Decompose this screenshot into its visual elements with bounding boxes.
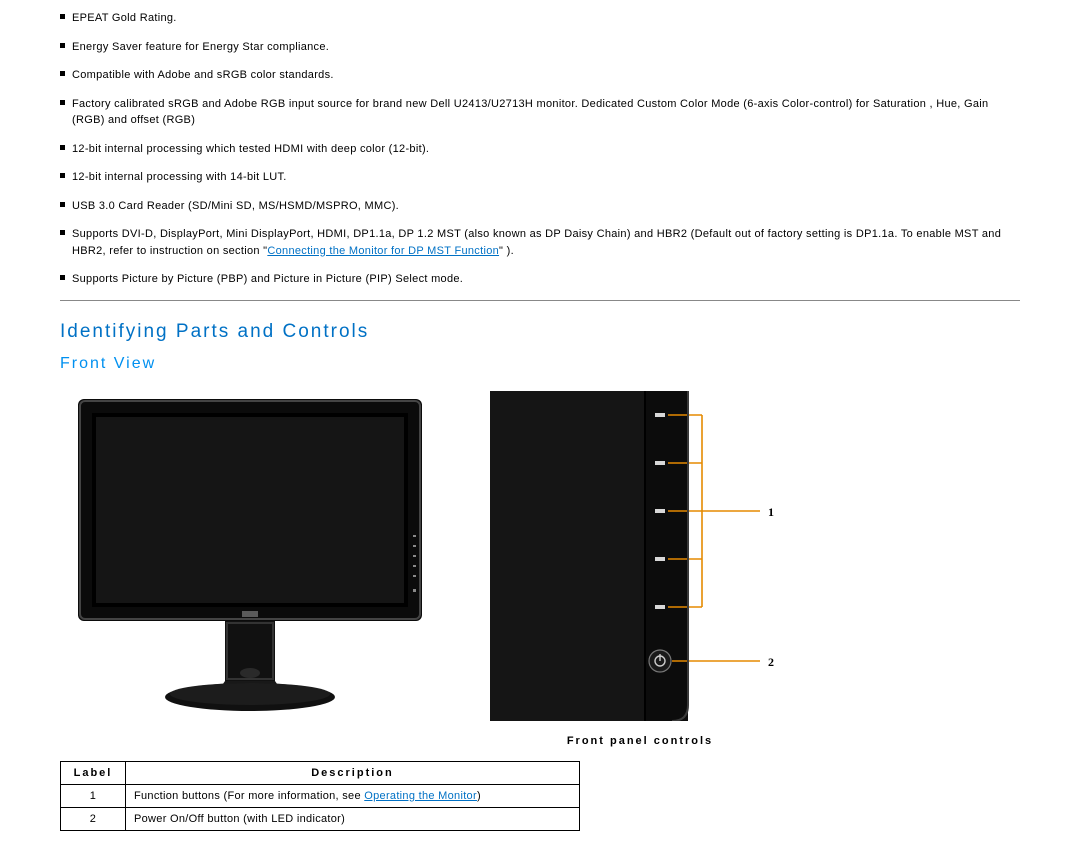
cell-label: 1 [61,784,126,807]
list-item: USB 3.0 Card Reader (SD/Mini SD, MS/HSMD… [60,198,1020,215]
panel-caption: Front panel controls [567,735,713,747]
subsection-heading-front: Front View [60,355,1020,373]
list-item: Compatible with Adobe and sRGB color sta… [60,67,1020,84]
list-item: 12-bit internal processing with 14-bit L… [60,169,1020,186]
list-item: Energy Saver feature for Energy Star com… [60,39,1020,56]
cell-description: Power On/Off button (with LED indicator) [126,807,580,830]
list-item: EPEAT Gold Rating. [60,10,1020,27]
figure-row: 1 2 Front panel controls [60,391,1020,747]
divider [60,300,1020,301]
text: Function buttons (For more information, … [134,790,364,802]
operating-link[interactable]: Operating the Monitor [364,790,477,802]
list-item: 12-bit internal processing which tested … [60,141,1020,158]
callout-label-2: 2 [768,655,774,669]
section-heading-parts: Identifying Parts and Controls [60,321,1020,343]
table-head-label: Label [61,761,126,784]
mst-link[interactable]: Connecting the Monitor for DP MST Functi… [267,245,499,257]
front-panel-figure: 1 2 Front panel controls [490,391,790,747]
list-item: Factory calibrated sRGB and Adobe RGB in… [60,96,1020,129]
text: " ). [499,245,514,257]
table-row: 1 Function buttons (For more information… [61,784,580,807]
feature-list: EPEAT Gold Rating. Energy Saver feature … [60,10,1020,288]
text: Supports DVI-D, DisplayPort, Mini Displa… [72,228,1001,257]
callout-label-1: 1 [768,505,774,519]
cell-label: 2 [61,807,126,830]
table-row: 2 Power On/Off button (with LED indicato… [61,807,580,830]
monitor-front-figure [70,391,430,721]
list-item: Supports Picture by Picture (PBP) and Pi… [60,271,1020,288]
cell-description: Function buttons (For more information, … [126,784,580,807]
label-table: Label Description 1 Function buttons (Fo… [60,761,580,831]
list-item: Supports DVI-D, DisplayPort, Mini Displa… [60,226,1020,259]
text: ) [477,790,481,802]
table-head-description: Description [126,761,580,784]
